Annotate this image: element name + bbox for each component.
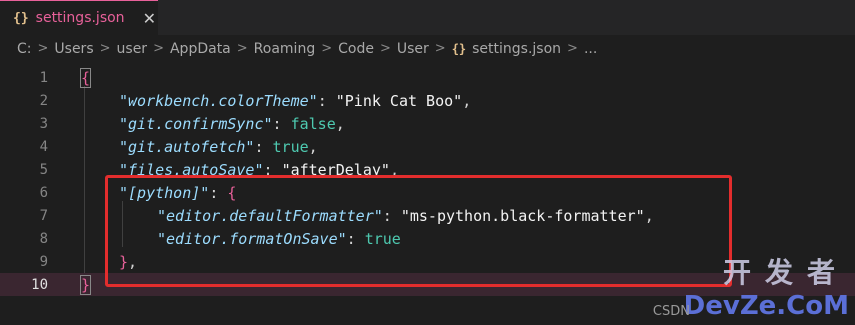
code-token: true: [272, 137, 309, 156]
line-number: 9: [39, 253, 48, 270]
code-token: ,: [308, 137, 318, 156]
code-token: "git.confirmSync": [119, 114, 273, 133]
watermark-csdn: CSDN: [652, 304, 690, 319]
code-token: :: [317, 91, 336, 110]
line-number: 4: [39, 138, 48, 155]
watermark: 开发者 DevZe.CoM: [684, 251, 849, 321]
breadcrumb-item[interactable]: Roaming: [254, 41, 316, 57]
breadcrumb-item[interactable]: user: [117, 41, 148, 57]
chevron-right-icon: >: [379, 41, 391, 56]
breadcrumb-item[interactable]: AppData: [170, 41, 231, 57]
code-line[interactable]: 2 "workbench.colorTheme": "Pink Cat Boo",: [0, 89, 855, 112]
line-number: 8: [39, 230, 48, 247]
code-text: }: [79, 274, 92, 295]
code-token: :: [272, 114, 291, 133]
code-line[interactable]: 1{: [0, 66, 855, 89]
chevron-right-icon: >: [434, 41, 446, 56]
line-number: 10: [31, 276, 48, 293]
breadcrumb-file[interactable]: settings.json: [472, 41, 561, 57]
code-token: ,: [335, 114, 345, 133]
tab-bar: {} settings.json ✕: [0, 0, 855, 35]
code-token: ,: [462, 91, 472, 110]
code-token: {: [79, 67, 92, 88]
chevron-right-icon: >: [99, 41, 111, 56]
breadcrumb-item[interactable]: Users: [54, 41, 93, 57]
json-file-icon: {}: [13, 10, 29, 26]
code-text: "workbench.colorTheme": "Pink Cat Boo",: [119, 92, 471, 110]
watermark-en: DevZe.CoM: [683, 291, 849, 321]
watermark-cn: 开发者: [722, 256, 849, 289]
code-token: false: [290, 114, 336, 133]
json-file-icon: {}: [451, 41, 467, 56]
tab-settings-json[interactable]: {} settings.json ✕: [0, 0, 158, 35]
chevron-right-icon: >: [321, 41, 333, 56]
breadcrumb-item[interactable]: User: [397, 41, 429, 57]
chevron-right-icon: >: [567, 41, 578, 56]
tab-label: settings.json: [35, 10, 125, 26]
breadcrumb-item[interactable]: Code: [338, 41, 374, 57]
breadcrumb: C: > Users > user > AppData > Roaming > …: [0, 35, 855, 62]
code-line[interactable]: 4 "git.autofetch": true,: [0, 135, 855, 158]
code-token: }: [79, 274, 92, 295]
code-text: "git.confirmSync": false,: [119, 115, 345, 133]
code-token: "workbench.colorTheme": [119, 91, 318, 110]
chevron-right-icon: >: [236, 41, 248, 56]
code-token: :: [254, 137, 273, 156]
code-line[interactable]: 3 "git.confirmSync": false,: [0, 112, 855, 135]
code-token: "git.autofetch": [119, 137, 255, 156]
breadcrumb-item[interactable]: C:: [17, 41, 32, 57]
close-icon[interactable]: ✕: [143, 9, 156, 28]
chevron-right-icon: >: [153, 41, 164, 56]
code-token: "Pink Cat Boo": [335, 91, 463, 110]
chevron-right-icon: >: [37, 41, 49, 56]
line-number: 1: [39, 69, 48, 86]
breadcrumb-more[interactable]: ...: [584, 41, 597, 57]
line-number: 6: [39, 184, 48, 201]
code-text: {: [79, 67, 92, 88]
line-number: 3: [39, 115, 48, 132]
line-number: 5: [39, 161, 48, 178]
highlight-box: [105, 175, 732, 287]
line-number: 2: [39, 92, 48, 109]
line-number: 7: [39, 207, 48, 224]
code-text: "git.autofetch": true,: [119, 138, 318, 156]
